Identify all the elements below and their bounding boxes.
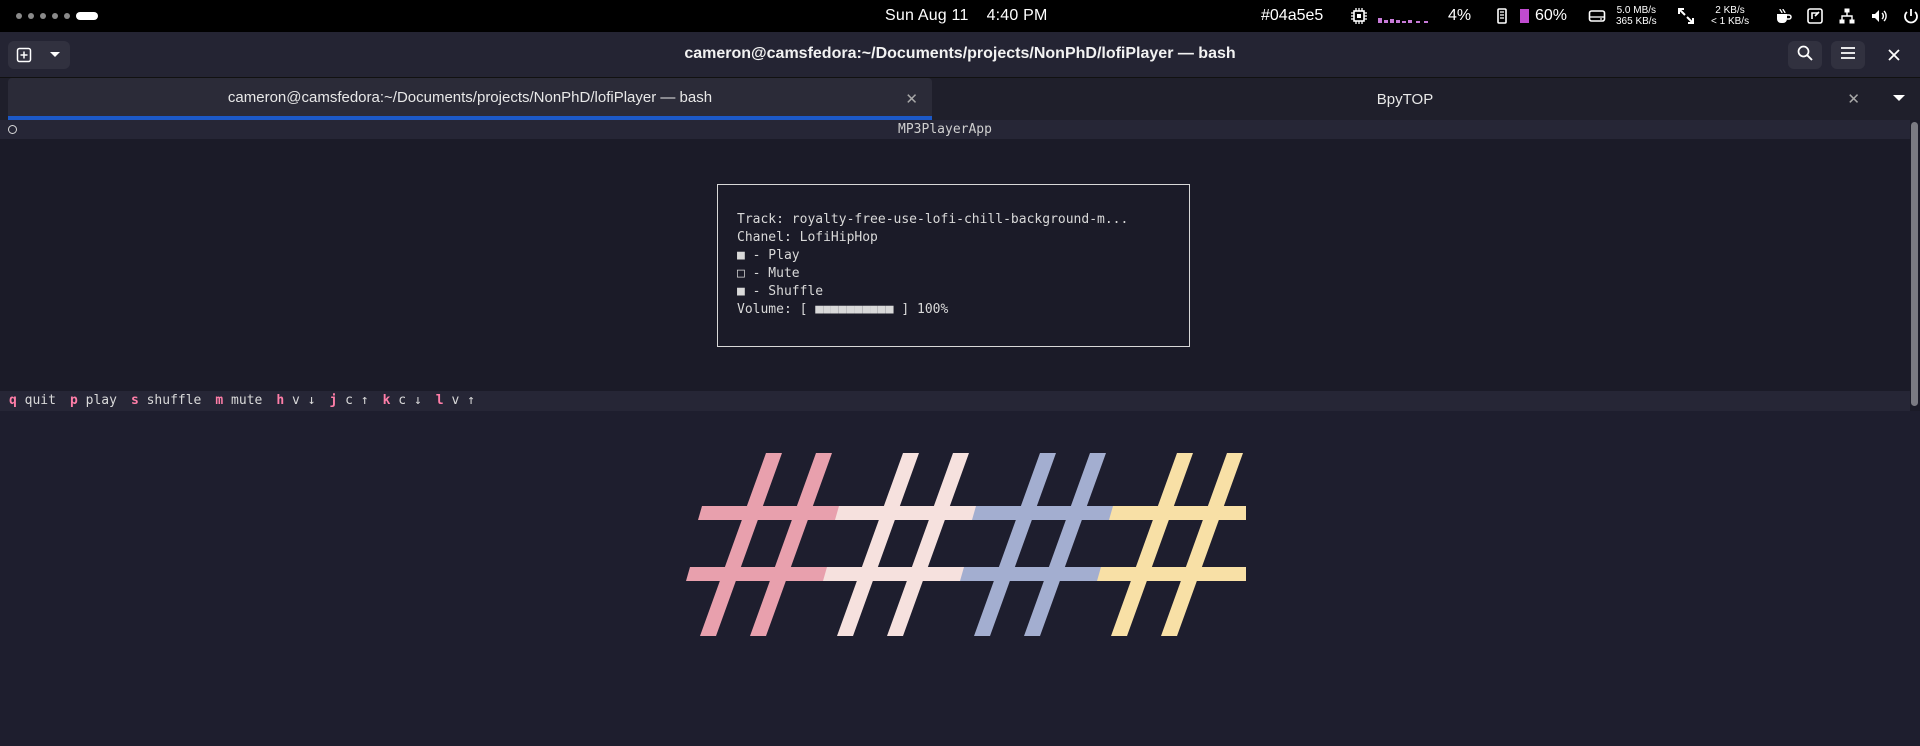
hamburger-menu-icon <box>1840 46 1856 65</box>
key-quit-label: quit <box>24 393 56 408</box>
keybind-footer: q quit p play s shuffle m mute h v ↓ j c ↑ k c… <box>0 391 1910 411</box>
tab-bash[interactable]: cameron@camsfedora:~/Documents/projects/… <box>8 78 932 120</box>
tab-label: cameron@camsfedora:~/Documents/projects/… <box>227 88 713 106</box>
shuffle-status: ■ - Shuffle <box>737 284 824 299</box>
volume-icon[interactable] <box>1870 7 1888 25</box>
menu-button[interactable] <box>1831 41 1865 69</box>
hash-stroke <box>823 567 976 581</box>
clock-time: 4:40 PM <box>986 7 1048 24</box>
network-speed-indicator[interactable]: 2 KB/s < 1 KB/s <box>1677 0 1749 32</box>
key-mute[interactable]: m <box>215 393 223 408</box>
scrollbar-thumb[interactable] <box>1911 122 1918 406</box>
terminal-scrollbar[interactable] <box>1910 120 1920 411</box>
screen-share-icon[interactable] <box>1806 7 1824 25</box>
net-rates: 2 KB/s < 1 KB/s <box>1711 5 1749 27</box>
close-icon <box>1888 45 1900 66</box>
hash-stroke <box>1109 506 1246 520</box>
close-window-button[interactable] <box>1882 43 1906 67</box>
cpu-indicator[interactable]: 4% <box>1350 0 1471 32</box>
fullscreen-icon <box>1677 7 1695 25</box>
tab-bar: cameron@camsfedora:~/Documents/projects/… <box>0 78 1920 120</box>
mute-status: □ - Mute <box>737 266 800 281</box>
coffee-icon[interactable] <box>1774 7 1792 25</box>
cpu-percent: 4% <box>1448 7 1472 24</box>
cpu-icon <box>1350 7 1368 25</box>
key-channel-down-label: c ↓ <box>398 393 422 408</box>
workspace-dot[interactable] <box>16 13 22 19</box>
close-tab-icon[interactable]: ✕ <box>1847 90 1860 108</box>
workspace-dot[interactable] <box>28 13 34 19</box>
memory-icon <box>1494 7 1512 25</box>
key-volume-up[interactable]: l <box>436 393 444 408</box>
search-icon <box>1797 45 1813 66</box>
color-picker-indicator[interactable]: #04a5e5 <box>1261 7 1323 25</box>
net-up: < 1 KB/s <box>1711 16 1750 27</box>
disk-write: 365 KB/s <box>1616 16 1657 27</box>
network-icon[interactable] <box>1838 7 1856 25</box>
window-title: cameron@camsfedora:~/Documents/projects/… <box>684 45 1236 62</box>
disk-icon <box>1588 7 1606 25</box>
hash-stroke <box>686 567 839 581</box>
key-channel-down[interactable]: k <box>383 393 391 408</box>
play-status: ■ - Play <box>737 248 800 263</box>
hash-stroke <box>972 506 1125 520</box>
key-shuffle[interactable]: s <box>131 393 139 408</box>
memory-percent: 60% <box>1535 7 1568 24</box>
volume-line: Volume: [ ■■■■■■■■■■ ] 100% <box>737 302 949 317</box>
tab-label: BpyTOP <box>1376 90 1434 108</box>
tab-bpytop[interactable]: BpyTOP ✕ <box>936 78 1874 120</box>
track-line: Track: royalty-free-use-lofi-chill-backg… <box>737 212 1129 227</box>
player-panel: Track: royalty-free-use-lofi-chill-backg… <box>717 184 1190 347</box>
workspace-dot[interactable] <box>40 13 46 19</box>
clock[interactable]: Sun Aug 11 4:40 PM <box>885 7 1048 25</box>
key-volume-up-label: v ↑ <box>451 393 475 408</box>
channel-line: Chanel: LofiHipHop <box>737 230 878 245</box>
key-channel-up[interactable]: j <box>330 393 338 408</box>
desktop-wallpaper <box>0 411 1920 746</box>
hash-stroke <box>698 506 851 520</box>
key-play-label: play <box>85 393 117 408</box>
system-tray <box>1774 0 1920 32</box>
hash-logo <box>686 453 1246 636</box>
memory-indicator[interactable]: 60% <box>1494 0 1567 32</box>
terminal-view[interactable]: MP3PlayerApp Track: royalty-free-use-lof… <box>0 120 1910 411</box>
top-panel: Sun Aug 11 4:40 PM #04a5e5 4% 60% 5.0 MB/… <box>0 0 1920 32</box>
app-header: MP3PlayerApp <box>0 120 1910 139</box>
disk-read: 5.0 MB/s <box>1616 5 1657 16</box>
hash-stroke <box>835 506 988 520</box>
key-volume-down-label: v ↓ <box>292 393 316 408</box>
cpu-graph <box>1376 8 1438 24</box>
disk-indicator[interactable]: 5.0 MB/s 365 KB/s <box>1588 0 1657 32</box>
key-quit[interactable]: q <box>9 393 17 408</box>
power-icon[interactable] <box>1902 7 1920 25</box>
workspace-dot[interactable] <box>64 13 70 19</box>
terminal-headerbar: cameron@camsfedora:~/Documents/projects/… <box>0 32 1920 78</box>
disk-rates: 5.0 MB/s 365 KB/s <box>1616 5 1657 27</box>
net-down: 2 KB/s <box>1715 5 1745 16</box>
tab-overview-chevron-icon[interactable] <box>1892 90 1910 108</box>
hash-stroke <box>960 567 1113 581</box>
close-tab-icon[interactable]: ✕ <box>905 90 918 108</box>
workspace-dot[interactable] <box>52 13 58 19</box>
key-mute-label: mute <box>231 393 263 408</box>
workspace-active[interactable] <box>76 12 98 20</box>
workspace-indicator[interactable] <box>16 12 98 20</box>
key-play[interactable]: p <box>70 393 78 408</box>
memory-bar <box>1520 9 1529 23</box>
search-button[interactable] <box>1788 41 1822 69</box>
key-channel-up-label: c ↑ <box>345 393 369 408</box>
clock-date: Sun Aug 11 <box>885 7 969 24</box>
key-shuffle-label: shuffle <box>146 393 202 408</box>
app-title: MP3PlayerApp <box>898 122 992 137</box>
key-volume-down[interactable]: h <box>276 393 284 408</box>
hash-stroke <box>1097 567 1246 581</box>
